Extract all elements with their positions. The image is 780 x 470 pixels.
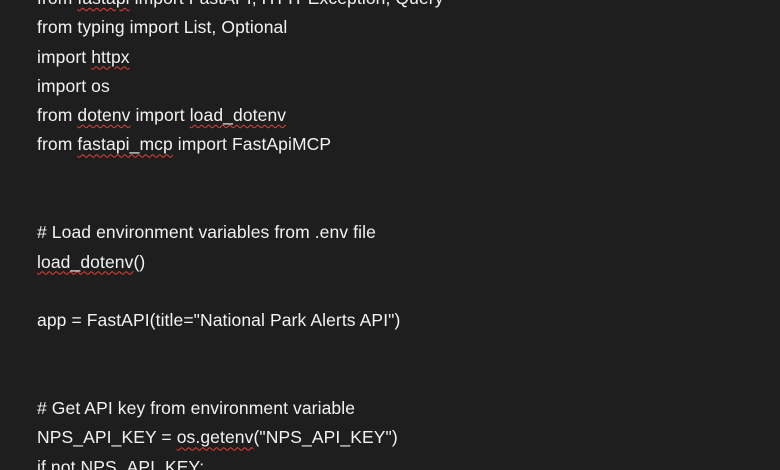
code-token: from xyxy=(37,134,78,155)
code-line[interactable]: from fastapi import FastAPI, HTTPExcepti… xyxy=(37,0,444,13)
code-line[interactable]: ​ xyxy=(37,277,444,306)
spell-error-token: load_dotenv xyxy=(37,251,134,272)
code-line[interactable]: from dotenv import load_dotenv xyxy=(37,101,444,130)
code-line[interactable]: from typing import List, Optional xyxy=(37,13,444,42)
code-line[interactable]: # Get API key from environment variable xyxy=(37,394,444,423)
code-editor[interactable]: from fastapi import FastAPI, HTTPExcepti… xyxy=(0,0,780,470)
code-line[interactable]: NPS_API_KEY = os.getenv("NPS_API_KEY") xyxy=(37,423,444,452)
code-token: NPS_API_KEY = xyxy=(37,427,177,448)
spell-error-token: httpx xyxy=(91,46,130,67)
code-token: ("NPS_API_KEY") xyxy=(253,427,398,448)
code-line[interactable]: if not NPS_API_KEY: xyxy=(37,453,444,470)
code-token: () xyxy=(133,251,146,272)
code-line[interactable]: load_dotenv() xyxy=(37,248,444,277)
code-token: if not NPS_API_KEY: xyxy=(37,456,205,470)
code-token: import FastAPI, HTTPException, Query xyxy=(130,0,444,8)
code-token: app = FastAPI(title="National Park Alert… xyxy=(37,310,401,331)
code-token: import FastApiMCP xyxy=(172,134,332,155)
code-line[interactable]: from fastapi_mcp import FastApiMCP xyxy=(37,130,444,159)
code-line[interactable]: # Load environment variables from .env f… xyxy=(37,218,444,247)
code-token: from typing import List, Optional xyxy=(37,17,288,38)
spell-error-token: load_dotenv xyxy=(189,105,287,126)
code-line[interactable]: ​ xyxy=(37,160,444,189)
code-token: # Load environment variables from .env f… xyxy=(37,222,376,243)
code-line[interactable]: ​ xyxy=(37,336,444,365)
code-token: from xyxy=(37,105,78,126)
spell-error-token: os.getenv xyxy=(176,427,254,448)
code-line[interactable]: ​ xyxy=(37,189,444,218)
code-line[interactable]: ​ xyxy=(37,365,444,394)
spell-error-token: dotenv xyxy=(77,105,131,126)
code-lines: from fastapi import FastAPI, HTTPExcepti… xyxy=(37,0,444,470)
spell-error-token: fastapi_mcp xyxy=(77,134,173,155)
code-token: # Get API key from environment variable xyxy=(37,398,356,419)
code-token: import os xyxy=(37,75,110,96)
code-token: import xyxy=(37,46,92,67)
code-line[interactable]: app = FastAPI(title="National Park Alert… xyxy=(37,306,444,335)
code-token: from xyxy=(37,0,77,8)
spell-error-token: fastapi xyxy=(77,0,129,8)
code-token: import xyxy=(130,105,190,126)
code-line[interactable]: import httpx xyxy=(37,43,444,72)
code-line[interactable]: import os xyxy=(37,72,444,101)
